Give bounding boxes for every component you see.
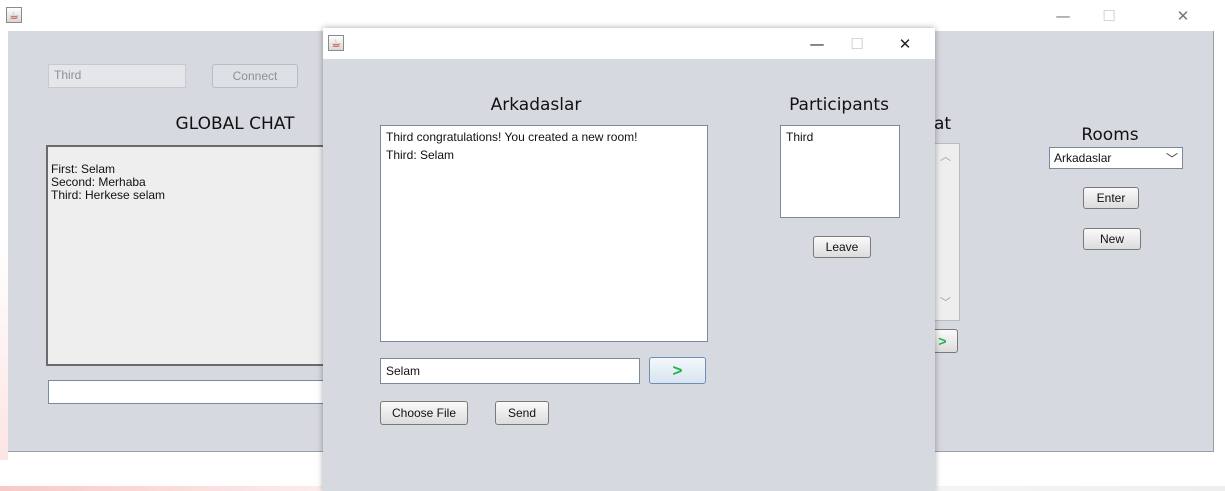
global-message: Third: Herkese selam: [51, 188, 166, 202]
rooms-title: Rooms: [1081, 125, 1139, 145]
global-chat-title: GLOBAL CHAT: [175, 114, 295, 134]
leave-button[interactable]: Leave: [813, 236, 871, 258]
room-chat-area: Third congratulations! You created a new…: [380, 125, 708, 342]
java-app-icon: ☕: [328, 35, 344, 51]
choose-file-button[interactable]: Choose File: [380, 401, 468, 425]
scroll-up-icon[interactable]: ︿: [940, 148, 951, 164]
private-chat-title-partial: at: [934, 114, 952, 134]
close-icon[interactable]: ✕: [1160, 0, 1206, 31]
send-file-button[interactable]: Send: [495, 401, 549, 425]
chevron-down-icon: ﹀: [1166, 152, 1179, 166]
maximize-icon[interactable]: ☐: [1086, 0, 1132, 31]
send-arrow-icon: >: [938, 333, 947, 349]
global-chat-area: First: Selam Second: Merhaba Third: Herk…: [46, 145, 336, 366]
room-message: Third congratulations! You created a new…: [386, 130, 638, 144]
main-titlebar: ☕ — ☐ ✕: [0, 0, 1225, 31]
room-message: Third: Selam: [386, 148, 455, 162]
left-edge-strip: [0, 240, 8, 460]
send-arrow-icon: >: [672, 360, 683, 380]
enter-room-button[interactable]: Enter: [1083, 187, 1139, 209]
java-app-icon: ☕: [6, 7, 22, 23]
scroll-down-icon[interactable]: ﹀: [940, 294, 951, 310]
connect-button[interactable]: Connect: [212, 64, 298, 88]
room-message-input[interactable]: Selam: [380, 358, 640, 384]
room-send-arrow-button[interactable]: >: [649, 357, 706, 384]
private-chat-scrollbar[interactable]: ︿ ﹀: [934, 143, 960, 321]
username-field[interactable]: Third: [48, 64, 186, 88]
minimize-icon[interactable]: —: [797, 28, 837, 59]
room-title: Arkadaslar: [490, 95, 582, 115]
minimize-icon[interactable]: —: [1040, 0, 1086, 31]
participants-title: Participants: [789, 95, 889, 115]
room-window: ☕ — ☐ ✕ Arkadaslar Third congratulations…: [323, 28, 935, 491]
close-icon[interactable]: ✕: [885, 28, 925, 59]
rooms-dropdown[interactable]: Arkadaslar ﹀: [1049, 147, 1183, 169]
rooms-dropdown-value: Arkadaslar: [1054, 151, 1112, 165]
new-room-button[interactable]: New: [1083, 228, 1141, 250]
participants-list: Third: [780, 125, 900, 218]
room-titlebar: ☕ — ☐ ✕: [323, 28, 935, 59]
participant-item: Third: [786, 130, 814, 144]
global-message-input[interactable]: [48, 380, 328, 404]
maximize-icon[interactable]: ☐: [837, 28, 877, 59]
